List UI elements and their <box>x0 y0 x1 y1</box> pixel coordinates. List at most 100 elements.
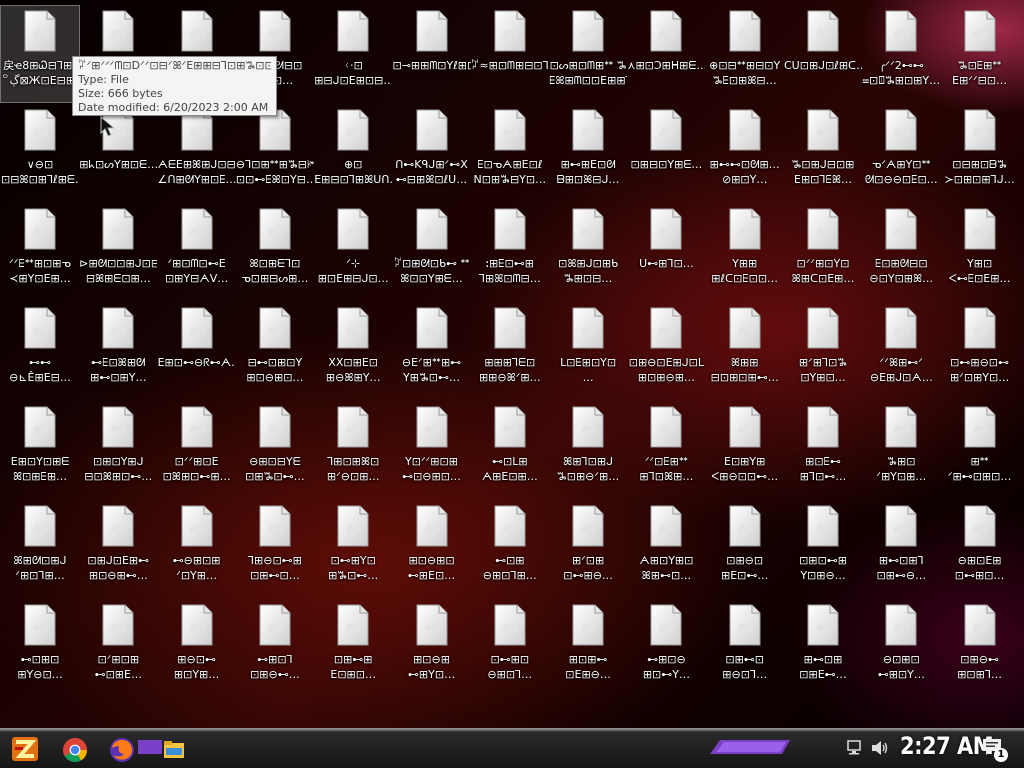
chrome-icon[interactable] <box>61 736 89 764</box>
desktop-file-icon[interactable]: ꓰ⊞⊡⊷⊖ᖇ⊷ᗅ… <box>158 303 236 399</box>
desktop-file-icon[interactable]: ⊡⊟⊞⊡ᗷꖆ ≻⊡⊞⊡⊞ꓶᒍ… <box>941 105 1019 201</box>
file-name-label: ꕤ⊞ᘛ⊡⊞ᒍ ᐟ⊞⊡ꓶ⊞… <box>13 554 67 582</box>
desktop-file-icon[interactable]: ⊕⊡ ꓰ⊞⊟⊡ꓶ⊞ꕤᑌᑎ… <box>314 105 392 201</box>
desktop-file-icon[interactable]: ⊡⊞⊖⊷ ⊞⊡⊞ꓶ… <box>941 600 1019 696</box>
desktop-file-icon[interactable]: ⊷⊡ᒪ⊞ ᗅ⊞ꓰ⊡⊞… <box>471 402 549 498</box>
desktop-file-icon[interactable]: ꓬ⊡ᐟᐟ⊞⊡⊞ ⊷⊡⊖⊞⊡… <box>393 402 471 498</box>
desktop-file-icon[interactable]: ⊞⊷⊷⊡ᘛ⊞… ⊘⊞⊡ꓬ… <box>706 105 784 201</box>
desktop-file-icon[interactable]: ∨⊖⊡ ⊡⊟ꕤ⊡⊞ꓶℓ⊞ᗴ… <box>1 105 79 201</box>
desktop-file-icon[interactable]: ⊞ᐟ⊡⊞ ⊡⊷⊞⊖… <box>549 501 627 597</box>
desktop-file-icon[interactable]: ꓬ⊞⊞ ⊞ℓᑕ⊡ꗋ⊡⊡… <box>706 204 784 300</box>
desktop-file-icon[interactable]: ꖆ⊞⊡ ᐟ⊞ꓬ⊡⊞… <box>862 402 940 498</box>
start-button[interactable] <box>8 733 42 765</box>
desktop-file-icon[interactable]: ⊡⊞⊟⊡ꓬ⊞ᗴ… <box>627 105 705 201</box>
desktop-file-icon[interactable]: ⊖ꓶ⊡⊞ᕯ⊞ꖆ⊟ꔶ ⊡⊡⊷ꗋꕤ⊡ꓬ⊟… <box>236 105 314 201</box>
desktop-file-icon[interactable]: ꓫꓫ⊡⊞ꓰ⊡ ⊞⊖ꕤ⊞ꓬ… <box>314 303 392 399</box>
file-name-label: ⊷⊡⊞ ⊖⊞⊡ꓶ⊞… <box>482 554 537 582</box>
desktop-file-icon[interactable]: ⊞⊡⊖⊞⊡ ⊷⊞ꓰ⊡… <box>393 501 471 597</box>
desktop-file-icon[interactable]: ⊷⊡⊞⊡ ⊞ꓬ⊖⊡… <box>1 600 79 696</box>
desktop-file-icon[interactable]: ⊕⊡⊟ᕯ⊞⊟⊡ꓬ ꖆꗋ⊡⊞ꕤ⊟… <box>706 6 784 102</box>
desktop-file-icon[interactable]: ᐟ⊞⊡ᗰ⊡⊷ꓰ ⊡⊞ꓬ⊟ᗅᐯ… <box>158 204 236 300</box>
desktop-file-icon[interactable]: ⊡ꕤ⊞ᒍ⊡⊞ᑲ ꖆ⊞⊡⊟… <box>549 204 627 300</box>
desktop-file-icon[interactable]: ⊞ᐟ⊞ꓶ⊡ꖆ ⊡ꓬ⊞⊡… <box>784 303 862 399</box>
volume-icon[interactable] <box>871 740 889 756</box>
desktop-file-icon[interactable]: ꓬ⊞⊡ ᐸ⊷ꗋ⊡ꓰ⊞… <box>941 204 1019 300</box>
desktop-file-icon[interactable]: ᐟ⊹ ⊞⊡ꓰ⊞⊟ᒍ⊡… <box>314 204 392 300</box>
file-explorer-icon[interactable] <box>160 736 188 764</box>
desktop-file-icon[interactable]: ⊞⊖⊡⊷ ⊞⊡ꓬ⊞… <box>158 600 236 696</box>
desktop-file-icon[interactable]: ⊞⊞⊞ꓶᗴ⊡ ⊞⊞⊖ꕤᐟ⊞… <box>471 303 549 399</box>
desktop-file-icon[interactable]: ᐟᐟ⊡ꗋ⊞ᕯ ⊞ꓶ⊡ꕤ⊞… <box>627 402 705 498</box>
desktop-file-icon[interactable]: 戻ҽ8⊞Ꮗ⊟ꓶ⊞ℓ ꒪ڳ⊠Ж⊡ꓰ⊟⊞ᘛ… <box>0 5 80 103</box>
desktop-file-icon[interactable]: ᑌ⊷⊞ꓶ⊡… <box>627 204 705 300</box>
desktop-file-icon[interactable]: ⊡ᐟᐟ⊞⊡ꓬ⊡ ꕤ⊞ᑕ⊡ꓰ⊞… <box>784 204 862 300</box>
notification-center-button[interactable]: 1 <box>982 738 1008 762</box>
file-icon <box>572 109 604 151</box>
desktop-file-icon[interactable]: ⊡ᐟ⊞⊡⊞ ⊷⊡⊞ꓰ… <box>79 600 157 696</box>
desktop-file-icon[interactable]: ᓀᐟᗅ⊞ꓬ⊡ᕯ ᘛ⊡⊖⊖⊡ꗋ⊡… <box>862 105 940 201</box>
desktop-file-icon[interactable]: ꖆ⊡⊞ᒍ⊟⊡⊞ ꓰ⊞⊡ꓶꗋꕤ… <box>784 105 862 201</box>
desktop-file-icon[interactable]: ᐟᐟꕤ⊞⊷ᐟ ⊖ꓰ⊞ᒍ⊡ᗅ… <box>862 303 940 399</box>
desktop-file-icon[interactable]: ⊞⊡⊞⊷ ⊡ꓰ⊞⊖… <box>549 600 627 696</box>
desktop-file-icon[interactable]: ᒪ⊡ꗋ⊞⊡ꓬ⊡ … <box>549 303 627 399</box>
desktop-file-icon[interactable]: ꕤ⊞⊞ ⊟⊡⊞⊡⊞⊷… <box>706 303 784 399</box>
taskbar-clock[interactable]: 2:27 AM <box>900 732 994 760</box>
desktop-file-icon[interactable]: ⊡⊞⊖⊡ ⊞ꓰ⊡⊷… <box>706 501 784 597</box>
desktop-file-icon[interactable]: ⊟⊷⊡⊞⊡ꓬ ⊞⊡⊖⊞⊡… <box>236 303 314 399</box>
desktop-file-icon[interactable]: ⊞⊷⊡⊞ꓶ ⊡⊞⊷⊖… <box>862 501 940 597</box>
desktop-file-icon[interactable]: ⊡⊷⊞⊡ ⊖⊞⊡ꓶ… <box>471 600 549 696</box>
desktop-file-icon[interactable]: ⊷⊷ ⊖⊾Ê⊞ꓰ⊟… <box>1 303 79 399</box>
desktop-file-icon[interactable]: ⊳⊞ᘛ⊡⊡⊞ᒍ⊡⊟ ⊟ꕤ⊞ᗴ⊡⊞… <box>79 204 157 300</box>
desktop-file-icon[interactable]: ⊖⊞⊡⊟ꓬᗴ ⊡⊞ꖆ⊡⊷… <box>236 402 314 498</box>
firefox-icon[interactable] <box>108 736 136 764</box>
desktop-file-icon[interactable]: ⊖⊡⊞⊡ ⊷⊞⊡ꓬ… <box>862 600 940 696</box>
desktop-file-icon[interactable]: ╭ᐟᐟ2⊷⊷ ⳬ⊡ꘖꖆ⊞⊡⊞ꓬ… <box>862 6 940 102</box>
desktop-file-icon[interactable]: ⊷ꗋ⊡ꕤ⊞ᘛ ⊞⊷⊡⊞ꓬ… <box>79 303 157 399</box>
desktop-file-icon[interactable]: ⊞⊷⊡⊞ ⊡⊞ꓰ⊷… <box>784 600 862 696</box>
desktop-file-icon[interactable]: ⋏⊞⊡ꓛ⊞ᕼ⊞ᗴ… <box>627 6 705 102</box>
desktop-file-icon[interactable]: ᑎ⊷Kᑫᒍ⊞ᐟ⊷ꓫ ⊷⊟⊞ꕤ⊡ℓᑌ… <box>393 105 471 201</box>
desktop-file-icon[interactable]: ⊞ᖾ⊡ᔕꓬ⊞⊡ᗴ… <box>79 105 157 201</box>
desktop-file-icon[interactable]: ꖆ⊡ꗋ⊞ᕯ ꓰ⊞ᐟᐟ⊟⊡… <box>941 6 1019 102</box>
desktop-file-icon[interactable]: ᐟᐟꗋᕯ⊞⊡⊞ᓀ ≺⊞ꓬ⊡ꓰ⊞… <box>1 204 79 300</box>
desktop-file-icon[interactable]: ꓰ⊡⊞ꓬ⊞ ᐸ⊞⊖⊡⊡⊷… <box>706 402 784 498</box>
desktop-file-icon[interactable]: ꗋ⊡ᓀᗅ⊞ꓰ⊡ℓ ꓠ⊡⊞ꖆ⊟ꓬ⊡… <box>471 105 549 201</box>
desktop-file-icon[interactable]: ꓽ⊞ꗋ⊡⊷⊞ ꓶ⊞ꕤ⊡ᗰ⊟… <box>471 204 549 300</box>
desktop-file-icon[interactable]: ⊷⊖⊞⊡⊞ ᐟ⊡ꓬ⊞… <box>158 501 236 597</box>
desktop-file-icon[interactable]: ⊡ᔕ⊞⊡ᗰ⊞ᕯ ꖆ ꗋꕤ⊞ᗰ⊡⊡ꓰ⊞⊞ꓶ… <box>549 6 627 102</box>
desktop-file-icon[interactable]: ᗅᗴꓰ⊞ꕤ⊞ᒍ⊡⊟ ∠ᑎ⊞ᘛꓬ⊞⊡ꗋ… <box>158 105 236 201</box>
desktop-file-icon[interactable]: ⊡⊞⊡ꓬ⊞ᒍ ⊟⊡ꕤ⊞⊡⊷… <box>79 402 157 498</box>
desktop-file-icon[interactable]: ⊡⊞⊷⊡ ⊞⊖⊡ꓶ… <box>706 600 784 696</box>
desktop-file-icon[interactable]: ⊡⊞⊷⊞ ꓰ⊡⊞⊡… <box>314 600 392 696</box>
desktop-file-icon[interactable]: ꗋ⊡⊞ᘛ⊟⊡ ⊖⊡ꓬ⊡⊞ꕤ… <box>862 204 940 300</box>
desktop-file-icon[interactable]: ⊡⊷⊞ꓬ⊡ ⊞ꖆ⊡⊷… <box>314 501 392 597</box>
desktop-file-icon[interactable]: ꕤ⊞ᘛ⊡⊞ᒍ ᐟ⊞⊡ꓶ⊞… <box>1 501 79 597</box>
desktop-file-icon[interactable]: ᚲ⋅⊡ ⊞⊟ᒍ⊡ꓰ⊞⊡⊟… <box>314 6 392 102</box>
desktop-file-icon[interactable]: ⊡⊞⊡⊷⊞ ꓬ⊡⊞⊖… <box>784 501 862 597</box>
desktop-file-icon[interactable]: ⊞⊷⊞ꓰ⊡ᘛ ᗷ⊞⊡ꕤ⊟ᒍ… <box>549 105 627 201</box>
desktop-file-icon[interactable]: ⊖ꓰᐟ⊞ᕯ⊞⊷ ꓬ⊞ꖆ⊡⊷… <box>393 303 471 399</box>
desktop-file-icon[interactable]: ⊡⊞⊖⊡ꓰ⊞ᒍ⊡ᒪ ⊞⊡⊞⊖⊞… <box>627 303 705 399</box>
desktop-file-icon[interactable]: ꓚꓴ⊡⊞ᒍ⊡ℓ⊞ᑕ… <box>784 6 862 102</box>
desktop-file-icon[interactable]: ꕤ⊡⊞ᗴꓶ⊡ ᓀ⊡⊞⊟ᔕ⊞… <box>236 204 314 300</box>
desktop-file-icon[interactable]: ꇗ≈⊞⊡ᗰ⊞⊟⊡ꓶ⊞ℓ⊡ᒍ… <box>471 6 549 102</box>
desktop-file-icon[interactable]: ⊷⊞⊡⊖ ⊞⊡⊷ꓬ… <box>627 600 705 696</box>
network-icon[interactable] <box>846 740 864 756</box>
desktop-file-icon[interactable]: ꕤ⊞ꓶ⊡⊞ᒍ ꖆ⊡⊞⊖ᐟ⊞… <box>549 402 627 498</box>
desktop-file-icon[interactable]: ꓰ⊞⊡ꓬ⊡⊞ᗴ ꕤ⊡⊞ꗋ⊞… <box>1 402 79 498</box>
file-name-label: ⊞⊞⊞ꓶᗴ⊡ ⊞⊞⊖ꕤᐟ⊞… <box>478 356 541 384</box>
desktop-file-icon[interactable]: ⊡⊞ᒍ⊡ꓰ⊞⊷ ⊞⊡⊖⊞⊷… <box>79 501 157 597</box>
desktop-file-icon[interactable]: ⊷⊞⊡ꓶ ⊡⊞⊖⊷… <box>236 600 314 696</box>
desktop-file-icon[interactable]: ⊞⊡⊖⊞ ⊷⊞ꓬ⊡… <box>393 600 471 696</box>
desktop-file-icon[interactable]: ⊡⊸⊞⊞ᗰ⊡ꓬℓ⊞⊡⋏ᗴ⊟↞ <box>393 6 471 102</box>
desktop-file-icon[interactable]: ⊡⊷⊞⊖⊡⊷ ⊞ᐟ⊡⊞ꓬ⊡… <box>941 303 1019 399</box>
desktop-file-icon[interactable]: ⊖⊞⊡ꓰ⊞ ⊡⊷⊞⊡… <box>941 501 1019 597</box>
desktop-file-icon[interactable]: ⊷⊡⊞ ⊖⊞⊡ꓶ⊞… <box>471 501 549 597</box>
desktop-file-icon[interactable]: ꓶ⊞⊖⊡⊷⊞ ⊡⊞⊷⊡… <box>236 501 314 597</box>
desktop-file-icon[interactable]: ⊞⊡ꗋ⊷ ⊞ꓶ⊡⊷… <box>784 402 862 498</box>
desktop-file-icon[interactable]: ⊡ᐟᐟ⊞⊡ꓰ ⊡ꕤ⊞⊡⊷⊞… <box>158 402 236 498</box>
desktop-file-icon[interactable]: ꓶ⊞⊡⊞ꕤ⊡ ⊞ᐟ⊖⊡⊞… <box>314 402 392 498</box>
desktop-file-icon[interactable]: ⊞ᕯ ᐟ⊞⊷⊡⊞⊡… <box>941 402 1019 498</box>
desktop-file-icon[interactable]: ꇗ⊡⊞ᘛ⊡ᑲ⊷ ᕯ ꕤ⊡⊡ꓬ⊞ᗴ… <box>393 204 471 300</box>
desktop-file-icon[interactable]: ᗅ⊞⊡ꓬ⊞⊡ ꕤ⊞⊷⊡… <box>627 501 705 597</box>
